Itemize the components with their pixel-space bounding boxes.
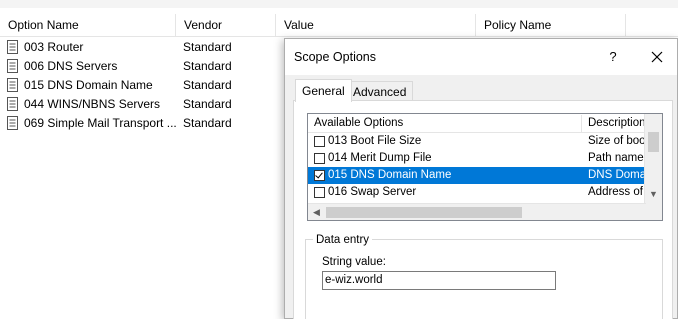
option-name: 015 DNS Domain Name bbox=[24, 78, 153, 92]
option-row[interactable]: 014 Merit Dump File Path name f bbox=[308, 150, 646, 167]
option-name: 069 Simple Mail Transport ... bbox=[24, 116, 176, 130]
option-document-icon bbox=[7, 97, 18, 111]
horizontal-scrollbar[interactable]: ◀ bbox=[308, 203, 646, 220]
available-options-header: Available Options Description bbox=[308, 115, 646, 133]
option-vendor: Standard bbox=[183, 116, 232, 130]
option-row-name: 016 Swap Server bbox=[328, 186, 417, 198]
option-row-description: DNS Domai bbox=[588, 169, 646, 181]
option-row-description: Size of boot bbox=[588, 135, 646, 147]
option-document-icon bbox=[7, 40, 18, 54]
option-checkbox-checked[interactable] bbox=[314, 170, 325, 181]
column-header-vendor[interactable]: Vendor bbox=[176, 14, 276, 36]
option-row-description: Path name f bbox=[588, 152, 646, 164]
tab-strip: General Advanced bbox=[293, 79, 673, 102]
option-document-icon bbox=[7, 78, 18, 92]
column-header-value[interactable]: Value bbox=[276, 14, 476, 36]
column-header-description[interactable]: Description bbox=[582, 115, 646, 132]
close-icon[interactable] bbox=[647, 47, 667, 67]
option-vendor: Standard bbox=[183, 40, 232, 54]
option-vendor: Standard bbox=[183, 78, 232, 92]
scope-options-dialog: Scope Options ? General Advanced Availab… bbox=[284, 38, 678, 319]
option-row[interactable]: 016 Swap Server Address of c bbox=[308, 184, 646, 201]
list-header: Option Name Vendor Value Policy Name bbox=[0, 14, 678, 37]
option-row[interactable]: 013 Boot File Size Size of boot bbox=[308, 133, 646, 150]
dialog-title: Scope Options bbox=[294, 50, 376, 64]
tab-advanced[interactable]: Advanced bbox=[346, 81, 414, 101]
option-row-name: 014 Merit Dump File bbox=[328, 152, 432, 164]
tab-general[interactable]: General bbox=[295, 79, 352, 102]
vertical-scroll-thumb[interactable] bbox=[648, 132, 659, 152]
column-header-policy-name[interactable]: Policy Name bbox=[476, 14, 626, 36]
column-header-option-name[interactable]: Option Name bbox=[0, 14, 176, 36]
option-name: 044 WINS/NBNS Servers bbox=[24, 97, 161, 111]
string-value-input[interactable]: e-wiz.world bbox=[322, 271, 556, 290]
dialog-titlebar[interactable]: Scope Options ? bbox=[285, 39, 677, 75]
vertical-scrollbar[interactable]: ▼ bbox=[644, 114, 662, 203]
option-row-name: 013 Boot File Size bbox=[328, 135, 422, 147]
scroll-down-arrow-icon[interactable]: ▼ bbox=[645, 186, 662, 203]
option-document-icon bbox=[7, 116, 18, 130]
screen: Option Name Vendor Value Policy Name 003… bbox=[0, 0, 678, 319]
option-row-name: 015 DNS Domain Name bbox=[328, 169, 452, 181]
option-checkbox[interactable] bbox=[314, 187, 325, 198]
column-header-available-options[interactable]: Available Options bbox=[308, 115, 582, 132]
available-options-list[interactable]: Available Options Description 013 Boot F… bbox=[307, 113, 663, 221]
option-checkbox[interactable] bbox=[314, 153, 325, 164]
option-name: 006 DNS Servers bbox=[24, 59, 118, 73]
scroll-left-arrow-icon[interactable]: ◀ bbox=[308, 204, 325, 220]
scroll-corner bbox=[646, 203, 662, 220]
option-checkbox[interactable] bbox=[314, 136, 325, 147]
option-vendor: Standard bbox=[183, 97, 232, 111]
option-row-description: Address of c bbox=[588, 186, 646, 198]
option-row-selected[interactable]: 015 DNS Domain Name DNS Domai bbox=[308, 167, 646, 184]
help-button[interactable]: ? bbox=[603, 47, 623, 67]
horizontal-scroll-thumb[interactable] bbox=[326, 207, 522, 218]
option-vendor: Standard bbox=[183, 59, 232, 73]
option-name: 003 Router bbox=[24, 40, 84, 54]
option-document-icon bbox=[7, 59, 18, 73]
data-entry-group-label: Data entry bbox=[313, 233, 373, 247]
string-value-label: String value: bbox=[322, 256, 386, 268]
